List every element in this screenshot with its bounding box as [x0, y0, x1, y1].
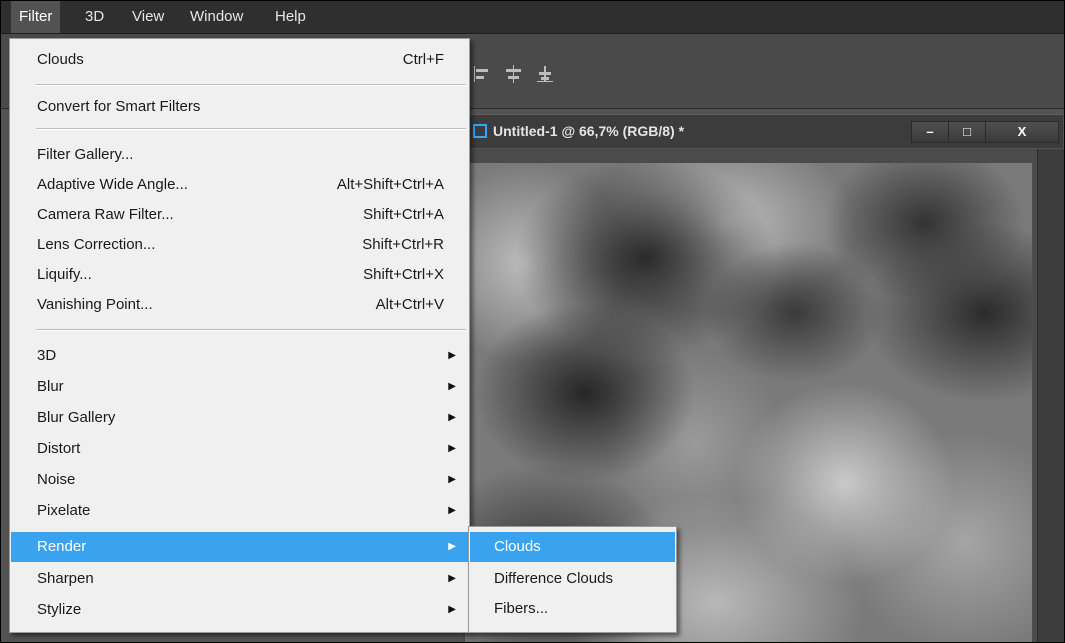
menu-view[interactable]: View	[124, 1, 172, 33]
menu-item-last-filter[interactable]: Clouds Ctrl+F	[11, 45, 468, 75]
close-button[interactable]: X	[985, 121, 1059, 143]
render-submenu: Clouds Difference Clouds Fibers...	[468, 526, 677, 633]
menu-item-blur[interactable]: Blur ▶	[11, 372, 468, 402]
submenu-arrow-icon: ▶	[448, 474, 456, 485]
document-tab[interactable]: Untitled-1 @ 66,7% (RGB/8) * – □ X	[463, 114, 1063, 148]
submenu-arrow-icon: ▶	[448, 541, 456, 552]
menu-item-convert-smart-filters[interactable]: Convert for Smart Filters	[11, 92, 468, 122]
submenu-arrow-icon: ▶	[448, 573, 456, 584]
menu-item-label: Lens Correction...	[37, 236, 156, 253]
submenu-arrow-icon: ▶	[448, 381, 456, 392]
menu-separator	[36, 84, 466, 86]
align-left-edges-icon[interactable]	[471, 63, 491, 85]
menu-separator	[36, 329, 466, 331]
menu-item-shortcut: Shift+Ctrl+R	[362, 236, 444, 253]
menu-item-liquify[interactable]: Liquify... Shift+Ctrl+X	[11, 260, 468, 290]
menu-item-blur-gallery[interactable]: Blur Gallery ▶	[11, 403, 468, 433]
submenu-item-clouds[interactable]: Clouds	[470, 532, 675, 562]
menu-item-vanishing-point[interactable]: Vanishing Point... Alt+Ctrl+V	[11, 290, 468, 320]
menu-item-noise[interactable]: Noise ▶	[11, 465, 468, 495]
menu-item-label: Vanishing Point...	[37, 296, 153, 313]
submenu-item-difference-clouds[interactable]: Difference Clouds	[470, 564, 675, 594]
menu-item-label: Liquify...	[37, 266, 92, 283]
menu-item-pixelate[interactable]: Pixelate ▶	[11, 496, 468, 526]
menu-item-label: Camera Raw Filter...	[37, 206, 174, 223]
menu-item-shortcut: Alt+Shift+Ctrl+A	[336, 176, 444, 193]
menu-item-label: Render	[37, 538, 87, 555]
menu-filter[interactable]: Filter	[11, 1, 61, 33]
minimize-icon: –	[926, 124, 934, 139]
document-icon	[473, 124, 487, 138]
menu-item-label: Noise	[37, 471, 76, 488]
menu-item-filter-gallery[interactable]: Filter Gallery...	[11, 140, 468, 170]
restore-icon: □	[963, 124, 971, 139]
menu-item-label: Distort	[37, 440, 81, 457]
restore-button[interactable]: □	[948, 121, 986, 143]
menu-item-render[interactable]: Render ▶	[11, 532, 468, 562]
menu-item-shortcut: Shift+Ctrl+X	[363, 266, 444, 283]
menu-item-shortcut: Shift+Ctrl+A	[363, 206, 444, 223]
minimize-button[interactable]: –	[911, 121, 949, 143]
document-title: Untitled-1 @ 66,7% (RGB/8) *	[493, 123, 685, 139]
menu-item-stylize[interactable]: Stylize ▶	[11, 595, 468, 625]
submenu-item-label: Difference Clouds	[494, 570, 613, 587]
menu-item-distort[interactable]: Distort ▶	[11, 434, 468, 464]
menu-item-label: Stylize	[37, 601, 82, 618]
menu-item-label: 3D	[37, 347, 57, 364]
align-horizontal-centers-icon[interactable]	[503, 63, 523, 85]
menu-help[interactable]: Help	[267, 1, 314, 33]
menu-item-shortcut: Alt+Ctrl+V	[375, 296, 444, 313]
menu-bar: Filter 3D View Window Help	[1, 1, 1064, 34]
submenu-arrow-icon: ▶	[448, 443, 456, 454]
menu-item-label: Filter Gallery...	[37, 146, 134, 163]
menu-item-label: Adaptive Wide Angle...	[37, 176, 188, 193]
menu-item-3d[interactable]: 3D ▶	[11, 341, 468, 371]
menu-item-label: Sharpen	[37, 570, 94, 587]
menu-item-label: Pixelate	[37, 502, 91, 519]
menu-item-shortcut: Ctrl+F	[402, 51, 444, 68]
submenu-arrow-icon: ▶	[448, 505, 456, 516]
menu-item-camera-raw-filter[interactable]: Camera Raw Filter... Shift+Ctrl+A	[11, 200, 468, 230]
align-bottom-edges-icon[interactable]	[535, 63, 555, 85]
close-icon: X	[1017, 124, 1027, 139]
submenu-arrow-icon: ▶	[448, 350, 456, 361]
menu-item-label: Convert for Smart Filters	[37, 98, 201, 115]
submenu-item-label: Fibers...	[494, 600, 549, 617]
menu-item-adaptive-wide-angle[interactable]: Adaptive Wide Angle... Alt+Shift+Ctrl+A	[11, 170, 468, 200]
menu-item-label: Blur	[37, 378, 64, 395]
submenu-arrow-icon: ▶	[448, 412, 456, 423]
menu-separator	[36, 128, 466, 130]
submenu-item-fibers[interactable]: Fibers...	[470, 594, 675, 624]
submenu-arrow-icon: ▶	[448, 604, 456, 615]
photoshop-window: Filter 3D View Window Help Untitled-1 @ …	[0, 0, 1065, 643]
filter-menu: Clouds Ctrl+F Convert for Smart Filters …	[9, 38, 470, 633]
menu-item-sharpen[interactable]: Sharpen ▶	[11, 564, 468, 594]
menu-window[interactable]: Window	[182, 1, 251, 33]
menu-3d[interactable]: 3D	[77, 1, 112, 33]
menu-item-label: Clouds	[37, 51, 84, 68]
menu-item-label: Blur Gallery	[37, 409, 116, 426]
submenu-item-label: Clouds	[494, 538, 541, 555]
vertical-scrollbar[interactable]	[1037, 149, 1064, 642]
menu-item-lens-correction[interactable]: Lens Correction... Shift+Ctrl+R	[11, 230, 468, 260]
